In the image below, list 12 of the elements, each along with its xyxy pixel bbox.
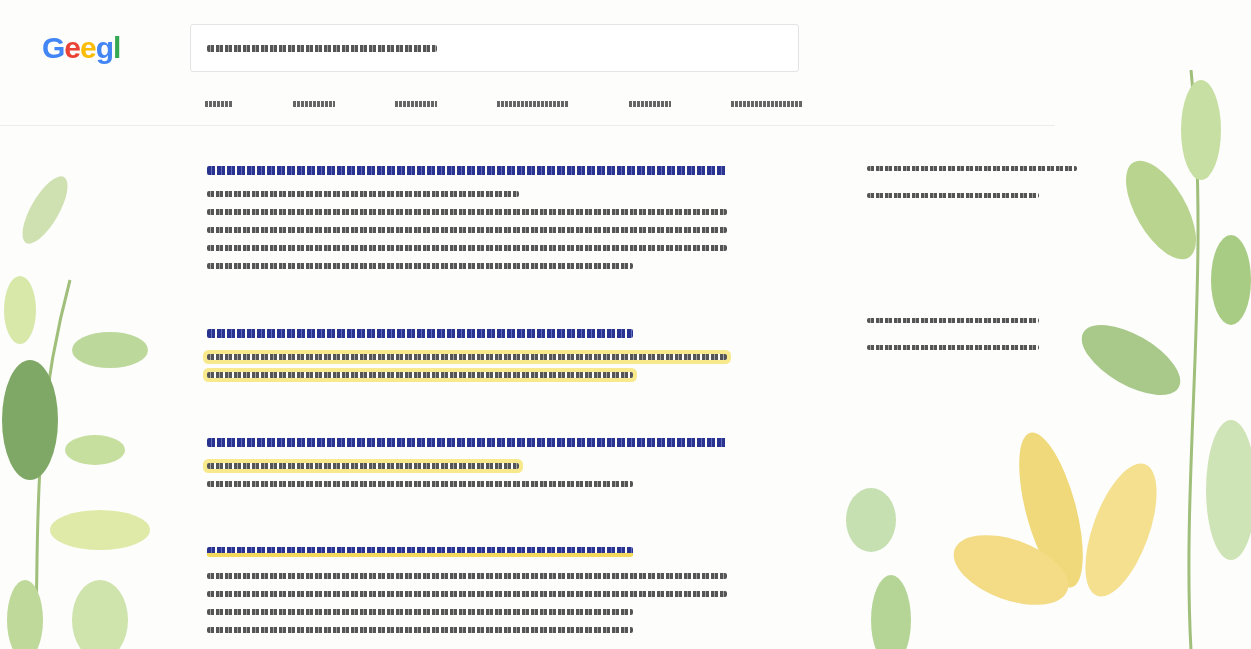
search-field[interactable] bbox=[190, 24, 799, 72]
illegible-tab[interactable] bbox=[629, 101, 671, 107]
illegible-tab[interactable] bbox=[731, 101, 803, 107]
illegible-result-title[interactable] bbox=[207, 166, 727, 175]
illegible-result-title[interactable] bbox=[207, 438, 727, 447]
illegible-result-title[interactable] bbox=[207, 547, 634, 557]
illegible-tab[interactable] bbox=[497, 101, 569, 107]
illegible-tab[interactable] bbox=[293, 101, 335, 107]
logo[interactable]: Geegl bbox=[42, 31, 142, 65]
illegible-tab[interactable] bbox=[205, 101, 233, 107]
illegible-result-title[interactable] bbox=[207, 329, 634, 338]
illegible-tab[interactable] bbox=[395, 101, 437, 107]
